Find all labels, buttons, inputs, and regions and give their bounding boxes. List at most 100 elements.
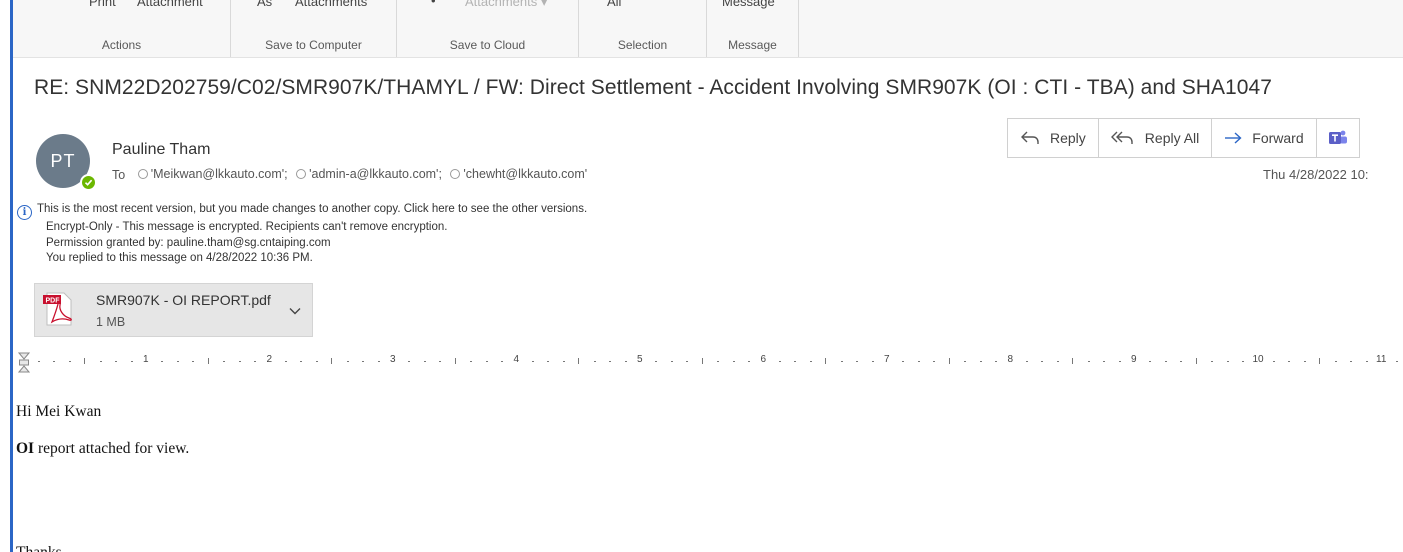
save-as-button[interactable]: As — [257, 0, 272, 9]
ruler-number: 11 — [1376, 354, 1387, 365]
reply-all-button[interactable]: Reply All — [1099, 119, 1213, 157]
ruler-dot — [238, 361, 241, 362]
ruler-dot — [130, 361, 133, 362]
reply-all-icon — [1110, 130, 1135, 146]
ruler-number: 6 — [760, 354, 767, 365]
presence-unknown-icon — [296, 169, 307, 179]
ribbon-caption-selection: Selection — [617, 38, 668, 52]
ruler-dot — [115, 361, 118, 362]
ruler-dot — [362, 361, 365, 362]
ruler-dot — [485, 361, 488, 362]
reply-button[interactable]: Reply — [1008, 119, 1099, 157]
ruler-half-tick — [1195, 358, 1197, 364]
ruler-half-tick — [331, 358, 333, 364]
ruler-dot — [315, 361, 318, 362]
ruler-number: 10 — [1252, 354, 1264, 365]
version-notice[interactable]: i This is the most recent version, but yo… — [16, 202, 587, 221]
sender-name[interactable]: Pauline Tham — [112, 141, 210, 159]
body-closing: Thanks — [16, 544, 62, 552]
ruler-dot — [346, 361, 349, 362]
ruler-dot — [1056, 361, 1059, 362]
presence-available-icon — [80, 174, 97, 191]
ruler-dot — [995, 361, 998, 362]
recipient[interactable]: 'Meikwan@lkkauto.com'; — [133, 167, 288, 181]
ruler-dot — [1350, 361, 1353, 362]
ribbon: Print Attachment Actions As Attachments … — [13, 0, 1403, 58]
upload-attachments-button[interactable]: Attachments ▾ — [465, 0, 547, 10]
save-attachments-button[interactable]: Attachments — [295, 0, 367, 9]
ruler-half-tick — [1072, 358, 1074, 364]
ruler-half-tick — [1319, 358, 1321, 364]
recipient[interactable]: 'chewht@lkkauto.com' — [445, 167, 587, 181]
ruler-dot — [377, 361, 380, 362]
ribbon-caption-message: Message — [728, 38, 777, 52]
ruler-dot — [192, 361, 195, 362]
ruler-dot — [223, 361, 226, 362]
ruler-dot — [1180, 361, 1183, 362]
ruler-half-tick — [84, 358, 86, 364]
ribbon-group-save-cloud: • Attachments ▾ Save to Cloud — [397, 0, 579, 57]
ruler-dot — [871, 361, 874, 362]
forward-arrow-icon — [1224, 132, 1242, 144]
print-attachment-button[interactable]: Attachment — [137, 0, 203, 9]
ruler-dot — [1334, 361, 1337, 362]
forward-button[interactable]: Forward — [1212, 119, 1317, 157]
recipient[interactable]: 'admin-a@lkkauto.com'; — [291, 167, 442, 181]
ruler-dot — [408, 361, 411, 362]
ribbon-group-save-computer: As Attachments Save to Computer — [231, 0, 397, 57]
ruler-dot — [439, 361, 442, 362]
ruler-tab-stop-icon[interactable] — [17, 352, 31, 379]
encryption-notice: Encrypt-Only - This message is encrypted… — [46, 221, 448, 234]
message-actions: Reply Reply All Forward — [1007, 118, 1360, 158]
presence-unknown-icon — [137, 169, 148, 179]
ruler-half-tick — [454, 358, 456, 364]
ruler-dot — [964, 361, 967, 362]
attachment-card[interactable]: PDF SMR907K - OI REPORT.pdf 1 MB — [34, 283, 313, 337]
ruler-dot — [748, 361, 751, 362]
permission-notice: Permission granted by: pauline.tham@sg.c… — [46, 236, 331, 249]
ruler-dot — [1041, 361, 1044, 362]
ruler-number: 8 — [1007, 354, 1014, 365]
teams-share-button[interactable] — [1317, 119, 1359, 157]
ruler-dot — [547, 361, 550, 362]
ruler-number: 1 — [143, 354, 149, 365]
attachment-name: SMR907K - OI REPORT.pdf — [96, 292, 271, 308]
ruler-number: 7 — [884, 354, 890, 365]
ruler-dot — [1365, 361, 1368, 362]
email-subject: RE: SNM22D202759/C02/SMR907K/THAMYL / FW… — [34, 76, 1272, 99]
ruler-dot — [501, 361, 504, 362]
ruler-dot — [794, 361, 797, 362]
ruler-dot — [1103, 361, 1106, 362]
ruler: 1 2 3 4 5 6 7 8 9 10 11 — [13, 352, 1403, 373]
ruler-dot — [809, 361, 812, 362]
ruler-dot — [593, 361, 596, 362]
ruler-half-tick — [207, 358, 209, 364]
ribbon-group-selection: All Selection — [579, 0, 707, 57]
ruler-dot — [979, 361, 982, 362]
recipients-line: To 'Meikwan@lkkauto.com'; 'admin-a@lkkau… — [112, 167, 587, 182]
print-button[interactable]: Print — [89, 0, 116, 9]
pdf-icon: PDF — [43, 292, 75, 326]
select-all-button[interactable]: All — [607, 0, 621, 9]
ruler-dot — [470, 361, 473, 362]
ruler-dot — [161, 361, 164, 362]
attachment-size: 1 MB — [96, 315, 126, 329]
ruler-dot — [933, 361, 936, 362]
save-cloud-dot-icon: • — [431, 0, 436, 8]
show-message-button[interactable]: Message — [722, 0, 775, 9]
ruler-number: 4 — [513, 354, 520, 365]
message-info: i This is the most recent version, but yo… — [16, 202, 587, 267]
ruler-number: 5 — [637, 354, 643, 365]
ruler-dot — [856, 361, 859, 362]
ribbon-caption-save-cloud: Save to Cloud — [449, 38, 526, 52]
ruler-dot — [686, 361, 689, 362]
ruler-dot — [1396, 361, 1399, 362]
chevron-down-icon[interactable] — [289, 302, 301, 320]
ruler-dot — [99, 361, 102, 362]
ruler-dot — [1025, 361, 1028, 362]
ruler-dot — [1087, 361, 1090, 362]
ruler-dot — [778, 361, 781, 362]
ruler-dot — [670, 361, 673, 362]
ruler-dot — [1272, 361, 1275, 362]
ruler-dot — [1288, 361, 1291, 362]
